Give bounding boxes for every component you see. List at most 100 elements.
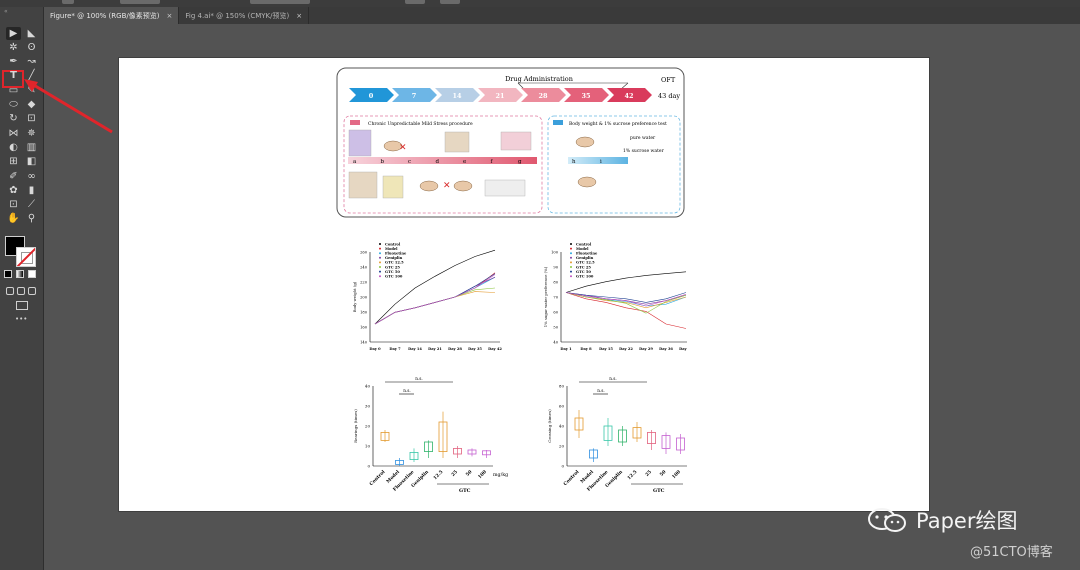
tab-figure[interactable]: Figure* @ 100% (RGB/像素预览) × <box>44 7 180 24</box>
rotate-tool-icon[interactable]: ↻ <box>6 113 21 126</box>
x-tick-label: 25 <box>450 469 459 478</box>
legend-marker <box>379 256 381 259</box>
x-tick-label: 25 <box>644 469 653 478</box>
y-axis-label: Body weight (g) <box>352 281 357 312</box>
eraser-tool-icon[interactable]: ◆ <box>24 99 39 112</box>
x-tick-label: Day 8 <box>580 347 592 351</box>
figure-graphic: Drug Administration OFT 0 7 14 21 28 35 42 43 day… <box>336 67 687 494</box>
y-tick-label: 200 <box>360 296 368 300</box>
series-line <box>374 273 496 325</box>
tab-label: Fig 4.ai* @ 150% (CMYK/预览) <box>185 11 290 20</box>
cums-letter: g <box>518 159 522 165</box>
scale-tool-icon[interactable]: ⊡ <box>24 113 39 126</box>
magic-wand-tool-icon[interactable]: ✲ <box>6 41 21 54</box>
x-tick-label: Day 7 <box>389 347 401 351</box>
stroke-swatch[interactable] <box>16 247 36 267</box>
mesh-tool-icon[interactable]: ⊞ <box>6 156 21 169</box>
puppet-warp-tool-icon[interactable]: ✵ <box>24 127 39 140</box>
cums-gradient-bar <box>348 157 537 164</box>
line-segment-tool-icon[interactable]: ╱ <box>24 70 39 83</box>
legend-label: Control <box>385 242 401 246</box>
selection-tool-icon[interactable]: ▶ <box>6 27 21 40</box>
curvature-tool-icon[interactable]: ↝ <box>24 56 39 69</box>
rat-illustration <box>575 136 595 148</box>
sucrose-marker <box>553 120 563 125</box>
rat-illustration <box>577 176 597 188</box>
direct-selection-tool-icon[interactable]: ◣ <box>24 27 39 40</box>
artboard[interactable]: Drug Administration OFT 0 7 14 21 28 35 42 43 day… <box>119 58 929 511</box>
series-line <box>374 274 496 325</box>
tools-panel: « ••• ▶ ◣ ✲ ʘ ✒ ↝ T ╱ ▭ ✎ ⬭ ◆ ↻ ⊡ ⋈ ✵ ◐ ▥ ⊞ ◧ ✐ ∞ ✿ ▮ ⊡ ⟋ ✋ ⚲ <box>0 7 44 570</box>
significance-label: n.s. <box>609 376 617 381</box>
pen-tool-icon[interactable]: ✒ <box>6 56 21 69</box>
series-line <box>565 292 687 307</box>
legend-label: Geniplin <box>576 256 594 260</box>
blend-tool-icon[interactable]: ∞ <box>24 170 39 183</box>
x-tick-label: Control <box>562 469 580 487</box>
y-tick-label: 30 <box>365 404 371 409</box>
shaper-tool-icon[interactable]: ⬭ <box>6 99 21 112</box>
slice-tool-icon[interactable]: ⟋ <box>24 199 39 212</box>
sucrose-gradient-bar <box>568 157 628 164</box>
x-tick-label: Day 35 <box>468 347 482 351</box>
legend-label: Geniplin <box>385 256 403 260</box>
artboard-tool-icon[interactable]: ⊡ <box>6 199 21 212</box>
x-tick-label: 50 <box>465 469 474 478</box>
cross-mark: ✕ <box>443 181 451 191</box>
paintbrush-tool-icon[interactable]: ✎ <box>24 84 39 97</box>
collapse-icon[interactable]: « <box>4 8 9 15</box>
tab-fig4[interactable]: Fig 4.ai* @ 150% (CMYK/预览) × <box>179 7 310 24</box>
rectangle-tool-icon[interactable]: ▭ <box>6 84 21 97</box>
x-tick-label: Day 42 <box>488 347 502 351</box>
series-line <box>374 276 496 325</box>
legend-label: GTC 12.5 <box>576 261 595 265</box>
y-tick-label: 60 <box>553 311 558 315</box>
type-tool-icon[interactable]: T <box>6 70 21 83</box>
end-day-label: 43 day <box>658 92 680 100</box>
shape-builder-tool-icon[interactable]: ◐ <box>6 141 21 154</box>
perspective-grid-tool-icon[interactable]: ▥ <box>24 141 39 154</box>
column-graph-tool-icon[interactable]: ▮ <box>24 184 39 197</box>
zoom-tool-icon[interactable]: ⚲ <box>24 213 39 226</box>
none-mode-icon[interactable] <box>28 270 36 278</box>
close-icon[interactable]: × <box>166 12 172 20</box>
x-tick-label: Control <box>368 469 386 487</box>
x-tick-label: 12.5 <box>432 469 444 481</box>
lasso-tool-icon[interactable]: ʘ <box>24 41 39 54</box>
hand-tool-icon[interactable]: ✋ <box>6 213 21 226</box>
gradient-mode-icon[interactable] <box>16 270 24 278</box>
document-tabs: Figure* @ 100% (RGB/像素预览) × Fig 4.ai* @ … <box>44 7 1080 24</box>
x-tick-label: Day 0 <box>369 347 381 351</box>
y-tick-label: 240 <box>360 266 368 270</box>
draw-inside-icon[interactable] <box>28 287 36 295</box>
cross-mark: ✕ <box>399 143 407 153</box>
y-tick-label: 140 <box>360 341 368 345</box>
y-tick-label: 100 <box>551 251 559 255</box>
color-mode-icon[interactable] <box>4 270 12 278</box>
y-tick-label: 180 <box>360 311 368 315</box>
screen-mode-icon[interactable] <box>16 301 28 310</box>
symbol-sprayer-tool-icon[interactable]: ✿ <box>6 184 21 197</box>
legend-label: Fluoxetine <box>385 252 407 256</box>
more-tools-icon[interactable]: ••• <box>15 315 27 323</box>
sucrose-title: Body weight & 1% sucrose preference test <box>569 121 667 127</box>
cums-title: Chronic Unpredictable Mild Stress proced… <box>368 121 473 127</box>
width-tool-icon[interactable]: ⋈ <box>6 127 21 140</box>
significance-label: n.s. <box>415 376 423 381</box>
draw-behind-icon[interactable] <box>17 287 25 295</box>
gradient-tool-icon[interactable]: ◧ <box>24 156 39 169</box>
series-line <box>374 272 496 325</box>
close-icon[interactable]: × <box>296 12 302 20</box>
y-tick-label: 0 <box>561 464 564 469</box>
legend-marker <box>379 261 381 264</box>
y-tick-label: 40 <box>365 384 371 389</box>
draw-normal-icon[interactable] <box>6 287 14 295</box>
x-tick-label: Day 43 <box>679 347 687 351</box>
credit-text: @51CTO博客 <box>970 545 1053 560</box>
y-tick-label: 20 <box>559 444 565 449</box>
sucrose-box <box>547 115 681 214</box>
day-label: 14 <box>452 92 462 100</box>
x-tick-label: Day 36 <box>659 347 673 351</box>
eyedropper-tool-icon[interactable]: ✐ <box>6 170 21 183</box>
legend-marker <box>570 266 572 268</box>
